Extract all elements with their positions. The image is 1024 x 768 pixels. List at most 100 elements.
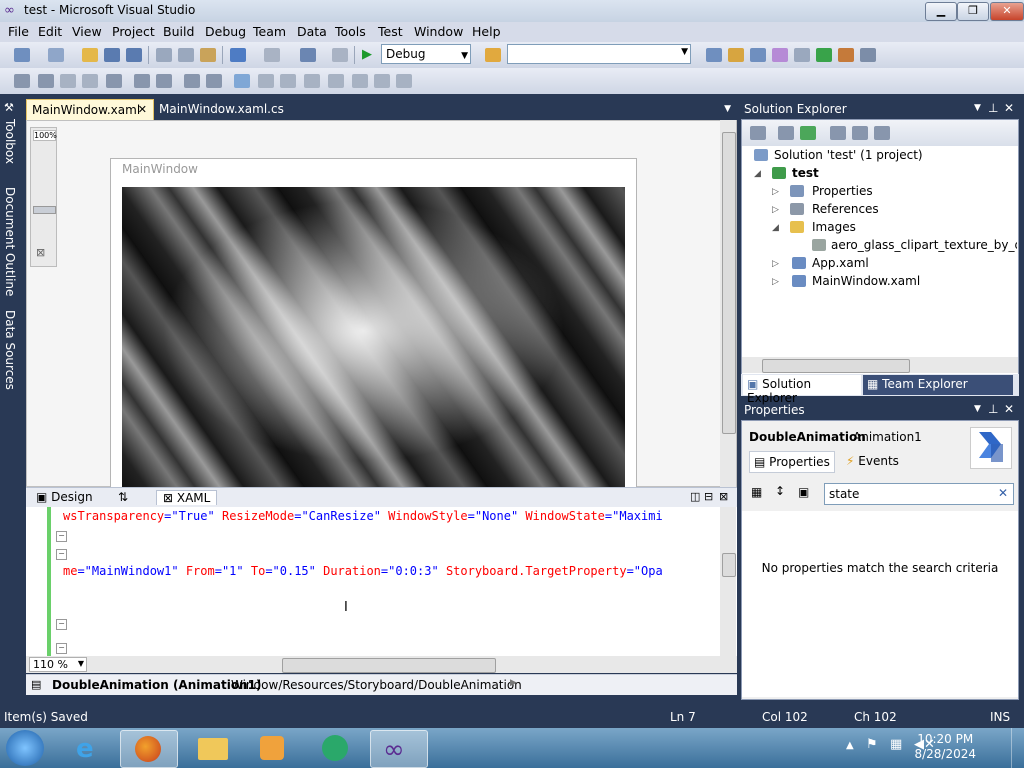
- vertical-split-icon[interactable]: ◫: [690, 490, 700, 503]
- visual-studio-taskbar-icon[interactable]: ∞: [370, 730, 428, 768]
- zoom-slider[interactable]: 100% ⊠: [30, 127, 57, 267]
- navigate-backward-icon[interactable]: [300, 48, 316, 62]
- previous-bookmark-in-document-icon[interactable]: [352, 74, 368, 88]
- action-center-flag-icon[interactable]: ⚑: [866, 737, 878, 752]
- scrollbar-thumb[interactable]: [722, 132, 736, 434]
- fit-to-window-icon[interactable]: ⊠: [36, 246, 45, 259]
- menu-data[interactable]: Data: [295, 24, 329, 39]
- collapse-pane-icon[interactable]: ⊠: [719, 490, 728, 503]
- alphabetical-sort-icon[interactable]: ↕: [775, 484, 785, 498]
- collapsed-icon[interactable]: ▷: [772, 259, 779, 269]
- mainwindow-preview[interactable]: MainWindow: [110, 158, 637, 488]
- next-bookmark-in-document-icon[interactable]: [374, 74, 390, 88]
- menu-build[interactable]: Build: [161, 24, 196, 39]
- indent-icon[interactable]: [106, 74, 122, 88]
- xaml-editor[interactable]: − − − − wsTransparency="True" ResizeMode…: [26, 507, 737, 657]
- menu-window[interactable]: Window: [412, 24, 465, 39]
- scrollbar-thumb[interactable]: [722, 553, 736, 577]
- solution-explorer-icon[interactable]: [706, 48, 722, 62]
- tree-item-mainwindow-xaml[interactable]: MainWindow.xaml: [812, 274, 920, 288]
- file-explorer-icon[interactable]: [186, 730, 242, 766]
- zoom-slider-thumb[interactable]: [33, 206, 56, 214]
- command-window-icon[interactable]: [860, 48, 876, 62]
- tab-mainwindow-xaml-cs[interactable]: MainWindow.xaml.cs: [154, 99, 284, 121]
- cut-icon[interactable]: [156, 48, 172, 62]
- start-debugging-icon[interactable]: ▶: [362, 47, 372, 62]
- menu-project[interactable]: Project: [110, 24, 157, 39]
- pin-icon[interactable]: ⊥: [988, 101, 998, 115]
- expanded-icon[interactable]: ◢: [772, 223, 779, 233]
- editor-zoom-dropdown[interactable]: 110 % ▼: [29, 657, 87, 672]
- close-icon[interactable]: ✕: [1004, 402, 1014, 416]
- chevron-down-icon[interactable]: ▼: [724, 104, 731, 114]
- collapsed-icon[interactable]: ▷: [772, 205, 779, 215]
- show-all-files-icon[interactable]: [778, 126, 794, 140]
- texture-image[interactable]: [122, 187, 625, 487]
- tree-item-images[interactable]: Images: [812, 220, 856, 234]
- designer-vertical-scrollbar[interactable]: [720, 120, 736, 487]
- internet-explorer-icon[interactable]: e: [64, 730, 120, 766]
- design-tab[interactable]: ▣ Design: [36, 490, 93, 504]
- horizontal-split-icon[interactable]: ⊟: [704, 490, 713, 503]
- xaml-tab[interactable]: ⊠ XAML: [156, 490, 218, 505]
- events-tab[interactable]: ⚡ Events: [846, 454, 899, 468]
- save-all-icon[interactable]: [126, 48, 142, 62]
- redo-icon[interactable]: [264, 48, 280, 62]
- editor-vertical-scrollbar[interactable]: [720, 507, 736, 657]
- show-desktop-button[interactable]: [1011, 728, 1024, 768]
- view-class-diagram-icon[interactable]: [874, 126, 890, 140]
- collapsed-icon[interactable]: ▷: [772, 187, 779, 197]
- start-button[interactable]: [6, 730, 44, 766]
- chevron-down-icon[interactable]: ▼: [974, 103, 981, 113]
- copy-icon[interactable]: [178, 48, 194, 62]
- tab-mainwindow-xaml[interactable]: MainWindow.xaml ✕: [26, 99, 154, 121]
- uncomment-icon[interactable]: [184, 74, 200, 88]
- collapse-icon[interactable]: −: [56, 531, 67, 542]
- refresh-icon[interactable]: [800, 126, 816, 140]
- menu-team[interactable]: Team: [251, 24, 288, 39]
- toolbox-icon[interactable]: [772, 48, 788, 62]
- scrollbar-thumb[interactable]: [762, 359, 910, 373]
- expanded-icon[interactable]: ◢: [754, 169, 761, 179]
- display-object-member-list-icon[interactable]: [14, 74, 30, 88]
- chevron-right-icon[interactable]: ▶: [510, 678, 517, 688]
- navigate-forward-icon[interactable]: [332, 48, 348, 62]
- toggle-bookmark-icon[interactable]: [234, 74, 250, 88]
- find-combo[interactable]: ▼: [507, 44, 691, 64]
- properties-window-icon[interactable]: [728, 48, 744, 62]
- word-completion-icon[interactable]: [82, 74, 98, 88]
- find-in-files-icon[interactable]: [485, 48, 501, 62]
- solution-explorer-horizontal-scrollbar[interactable]: [742, 357, 1018, 373]
- undo-icon[interactable]: [230, 48, 246, 62]
- tab-solution-explorer[interactable]: ▣ Solution Explorer: [743, 375, 861, 405]
- scrollbar-thumb[interactable]: [282, 658, 496, 673]
- menu-file[interactable]: File: [6, 24, 31, 39]
- toolbox-tab[interactable]: Toolbox: [3, 119, 17, 164]
- collapsed-icon[interactable]: ▷: [772, 277, 779, 287]
- menu-help[interactable]: Help: [470, 24, 503, 39]
- tree-item-solution[interactable]: Solution 'test' (1 project): [774, 148, 923, 162]
- collapse-icon[interactable]: −: [56, 643, 67, 654]
- close-icon[interactable]: ✕: [1004, 101, 1014, 115]
- solution-configuration-dropdown[interactable]: Debug ▼: [381, 44, 471, 64]
- firefox-icon[interactable]: [120, 730, 178, 768]
- media-player-icon[interactable]: [244, 730, 300, 766]
- parameter-info-icon[interactable]: [38, 74, 54, 88]
- document-outline-tab[interactable]: Document Outline: [3, 187, 17, 296]
- system-clock[interactable]: 10:20 PM 8/28/2024: [914, 732, 976, 762]
- bookmark-icon[interactable]: [206, 74, 222, 88]
- open-file-icon[interactable]: [82, 48, 98, 62]
- paste-icon[interactable]: [200, 48, 216, 62]
- categorized-icon[interactable]: ▦: [751, 485, 762, 499]
- menu-view[interactable]: View: [70, 24, 104, 39]
- next-bookmark-in-folder-icon[interactable]: [328, 74, 344, 88]
- tree-item-app-xaml[interactable]: App.xaml: [812, 256, 869, 270]
- add-item-icon[interactable]: [48, 48, 64, 62]
- tree-item-properties[interactable]: Properties: [812, 184, 873, 198]
- menu-tools[interactable]: Tools: [333, 24, 368, 39]
- data-sources-tab[interactable]: Data Sources: [3, 310, 17, 390]
- quick-info-icon[interactable]: [60, 74, 76, 88]
- collapse-icon[interactable]: −: [56, 619, 67, 630]
- close-icon[interactable]: ✕: [138, 103, 147, 116]
- editor-horizontal-scrollbar[interactable]: 110 % ▼: [26, 656, 737, 673]
